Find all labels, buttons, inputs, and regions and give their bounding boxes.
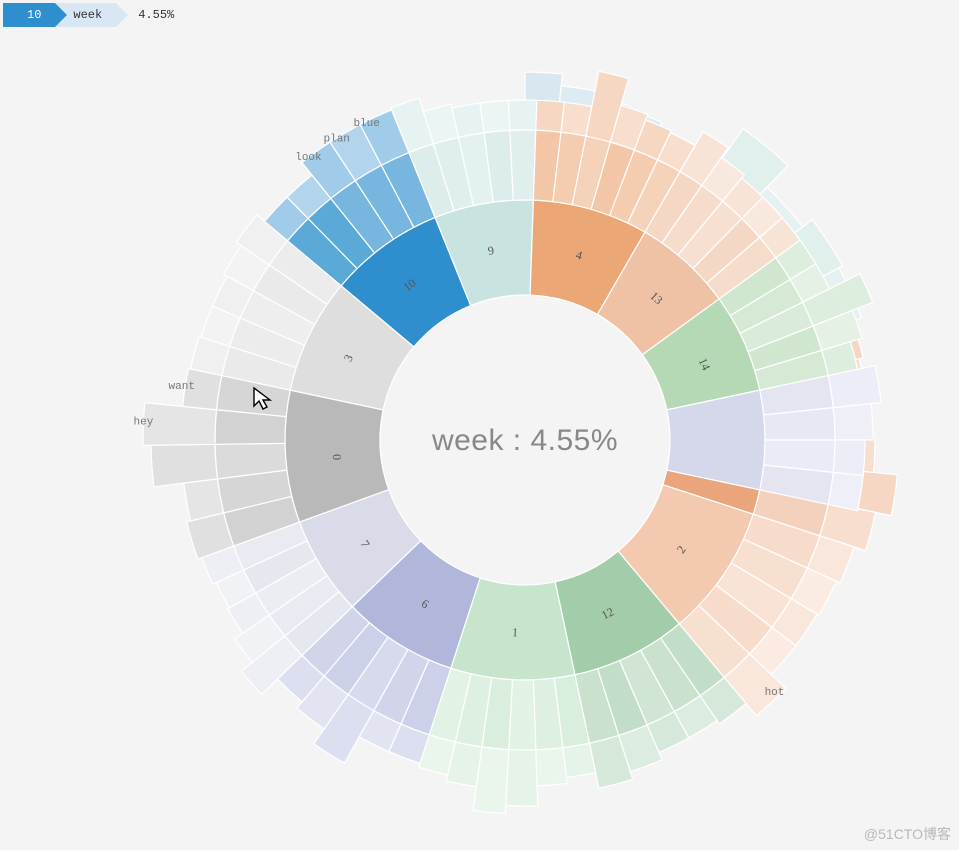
ring2-seg[interactable] [509,680,536,750]
ring3-bar[interactable] [151,444,217,487]
svg-text:plan: plan [324,134,350,146]
ring3-bar[interactable] [536,748,567,786]
ring3-bar[interactable] [452,103,484,137]
ring2-seg[interactable] [510,130,536,200]
svg-text:look: look [295,152,322,164]
ring3-bar[interactable] [828,472,863,510]
svg-text:hot: hot [765,687,785,699]
ring3-bar[interactable] [184,479,224,521]
ring3-bar[interactable] [508,100,536,130]
center-label: week : 4.55% [431,424,618,457]
svg-text:blue: blue [353,118,379,130]
ring3-bar[interactable] [833,404,873,440]
sunburst-chart[interactable]: 11852hot121670heywant310lookplanblue9413… [0,0,959,850]
svg-text:0: 0 [330,454,344,461]
ring3-bar[interactable] [480,100,510,132]
ring3-bar[interactable] [536,100,565,132]
ring3-bar[interactable] [563,743,596,777]
svg-text:want: want [169,381,195,393]
watermark: @51CTO博客 [864,824,951,844]
svg-text:1: 1 [512,625,519,639]
ring3-bar[interactable] [506,750,538,806]
ring3-bar[interactable] [833,440,865,476]
svg-text:hey: hey [134,416,154,428]
